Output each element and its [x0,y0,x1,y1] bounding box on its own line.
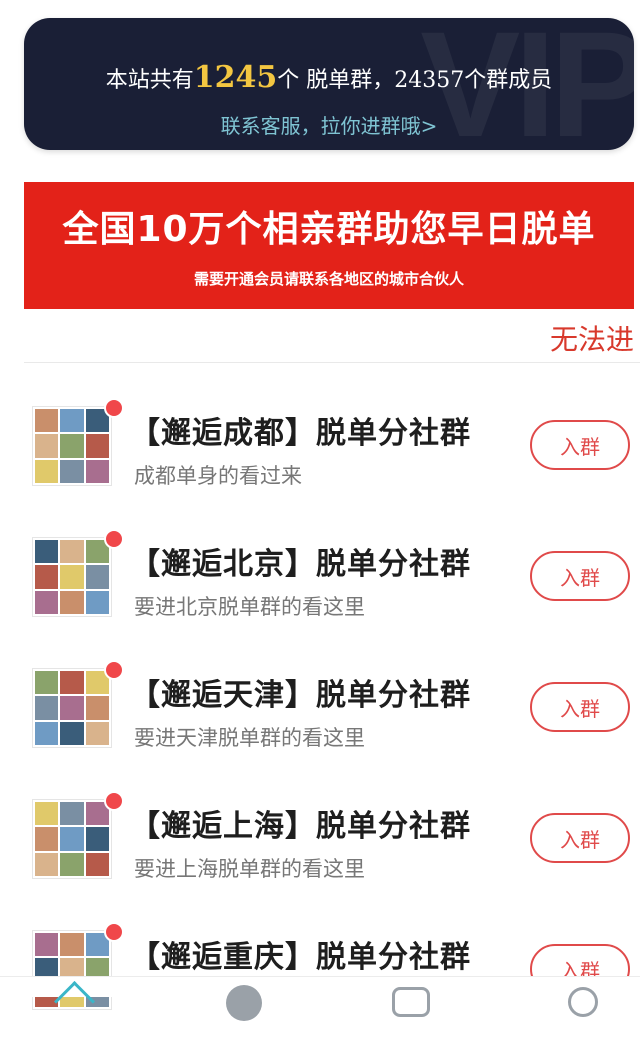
avatar-tile [60,540,84,564]
avatar-tile [85,590,109,614]
avatar-tile [35,933,59,957]
avatar-tile [85,852,109,876]
contact-service-link[interactable]: 联系客服，拉你进群哦> [24,110,634,139]
avatar-tile [85,721,109,745]
avatar-tile [35,590,59,614]
list-item[interactable]: 【邂逅成都】脱单分社群 成都单身的看过来 入群 [0,398,640,537]
avatar-tile [60,852,84,876]
avatar-tile [60,590,84,614]
divider [24,362,640,363]
avatar-tile [35,434,59,458]
unread-dot [104,922,124,942]
avatar-tile [35,852,59,876]
unread-dot [104,398,124,418]
group-description: 要进天津脱单群的看这里 [134,726,365,750]
join-group-button[interactable]: 入群 [530,813,630,863]
avatar-tile [60,409,84,433]
avatar-tile [35,802,59,826]
group-avatar [32,406,112,486]
group-description: 要进北京脱单群的看这里 [134,595,365,619]
promo-subtitle: 需要开通会员请联系各地区的城市合伙人 [193,270,464,288]
group-title: 【邂逅成都】脱单分社群 [130,416,471,451]
avatar-tile [85,565,109,589]
group-title: 【邂逅天津】脱单分社群 [130,678,471,713]
avatar-tile [85,827,109,851]
avatar-tile [85,434,109,458]
avatar-tile [60,933,84,957]
bottom-nav [0,976,640,1023]
group-title: 【邂逅北京】脱单分社群 [130,547,471,582]
avatar-tile [35,671,59,695]
list-item[interactable]: 【邂逅天津】脱单分社群 要进天津脱单群的看这里 入群 [0,660,640,799]
promo-title: 全国10万个相亲群助您早日脱单 [62,209,596,250]
discover-icon[interactable] [226,985,262,1021]
stats-unit-groups: 个 脱单群， [277,68,395,93]
stats-banner: VIP 本站共有1245个 脱单群，24357个群成员 联系客服，拉你进群哦> [24,18,634,150]
list-item[interactable]: 【邂逅北京】脱单分社群 要进北京脱单群的看这里 入群 [0,529,640,668]
group-avatar [32,799,112,879]
stats-line: 本站共有1245个 脱单群，24357个群成员 [24,60,634,95]
stats-unit-members: 个群成员 [464,68,553,93]
group-description: 要进上海脱单群的看这里 [134,857,365,881]
group-title: 【邂逅重庆】脱单分社群 [130,940,471,975]
avatar-tile [60,696,84,720]
join-group-button[interactable]: 入群 [530,682,630,732]
avatar-tile [35,459,59,483]
avatar-tile [60,671,84,695]
stats-prefix: 本站共有 [105,68,194,93]
avatar-tile [35,540,59,564]
avatar-tile [35,565,59,589]
avatar-tile [35,409,59,433]
list-item[interactable]: 【邂逅上海】脱单分社群 要进上海脱单群的看这里 入群 [0,791,640,930]
group-count: 1245 [193,60,278,95]
avatar-tile [35,721,59,745]
avatar-tile [85,459,109,483]
group-title: 【邂逅上海】脱单分社群 [130,809,471,844]
join-group-button[interactable]: 入群 [530,551,630,601]
avatar-tile [60,827,84,851]
group-description: 成都单身的看过来 [134,464,302,488]
avatar-tile [60,565,84,589]
unread-dot [104,791,124,811]
avatar-tile [60,459,84,483]
join-group-button[interactable]: 入群 [530,420,630,470]
message-icon[interactable] [392,987,430,1017]
avatar-tile [60,434,84,458]
group-avatar [32,668,112,748]
unread-dot [104,529,124,549]
member-count: 24357 [394,68,465,93]
group-avatar [32,537,112,617]
avatar-tile [35,696,59,720]
avatar-tile [60,802,84,826]
promo-banner[interactable]: 全国10万个相亲群助您早日脱单 需要开通会员请联系各地区的城市合伙人 [24,182,634,309]
unread-dot [104,660,124,680]
notice-marquee: 无法进 [549,323,634,356]
avatar-tile [85,696,109,720]
avatar-tile [35,827,59,851]
avatar-tile [60,721,84,745]
profile-icon[interactable] [568,987,598,1017]
